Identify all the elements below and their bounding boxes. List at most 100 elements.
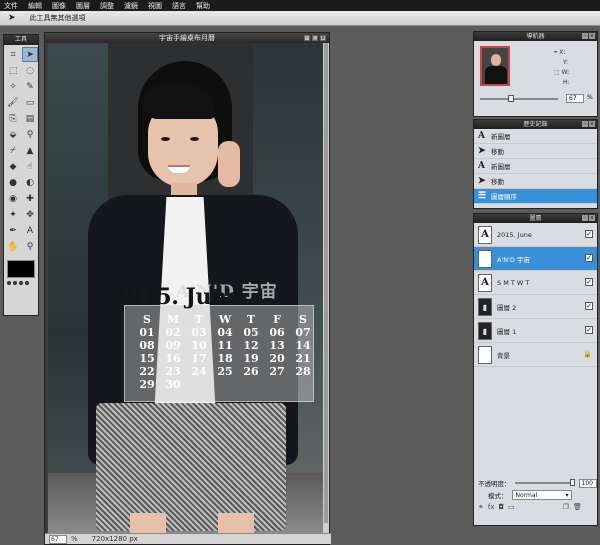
delete-layer-icon[interactable]: 🗑 <box>573 503 582 511</box>
menu-edit[interactable]: 編輯 <box>28 1 42 11</box>
history-title-bar[interactable]: 歷史記錄 -x <box>474 120 597 129</box>
history-item[interactable]: A 新圖層 <box>474 129 597 144</box>
layer-style-icon[interactable]: fx <box>488 503 495 511</box>
bucket-icon[interactable]: ⬙ <box>5 127 21 142</box>
blur-icon[interactable]: ▲ <box>22 143 38 158</box>
colorpicker-icon[interactable]: ✒ <box>5 223 21 238</box>
hand-icon[interactable]: ✋ <box>5 239 21 254</box>
layer-row[interactable]: ▮ 圖層 2 ✓ <box>474 295 597 319</box>
history-item-label: 圖層順序 <box>491 193 517 201</box>
calendar-day: 28 <box>295 365 311 378</box>
pencil-icon[interactable]: ✎ <box>22 79 38 94</box>
calendar-weekday-header: T <box>194 313 204 326</box>
navigator-zoom-slider[interactable] <box>480 95 558 102</box>
foreground-color-swatch[interactable] <box>7 260 35 278</box>
history-item[interactable]: ☰ 圖層順序 <box>474 189 597 204</box>
scrollbar-thumb[interactable] <box>324 43 328 523</box>
menu-view[interactable]: 視圖 <box>148 1 162 11</box>
photo-hand <box>218 141 240 187</box>
layer-visibility-checkbox[interactable]: ✓ <box>585 278 593 286</box>
stamp-icon[interactable]: ⚲ <box>22 127 38 142</box>
menu-filter[interactable]: 濾鏡 <box>124 1 138 11</box>
sponge-icon[interactable]: ● <box>5 175 21 190</box>
clone-icon[interactable]: ⎘ <box>5 111 21 126</box>
layer-row[interactable]: A 2015. June ✓ <box>474 223 597 247</box>
close-icon[interactable]: x <box>320 35 326 41</box>
zoom-slider-knob[interactable] <box>508 95 514 102</box>
menu-help[interactable]: 幫助 <box>196 1 210 11</box>
collapse-icon[interactable]: - <box>582 33 588 39</box>
eraser-icon[interactable]: ▭ <box>22 95 38 110</box>
collapse-icon[interactable]: - <box>582 121 588 127</box>
history-item-label: 移動 <box>491 178 504 186</box>
standard-mode-icon[interactable] <box>25 281 29 285</box>
maximize-icon[interactable]: □ <box>312 35 318 41</box>
move-icon: ➤ <box>478 146 486 156</box>
spot-icon[interactable]: ✚ <box>22 191 38 206</box>
calendar-day: 18 <box>217 352 233 365</box>
default-colors-icon[interactable] <box>13 281 17 285</box>
layers-title-bar[interactable]: 圖層 -x <box>474 214 597 223</box>
brush-icon[interactable]: 🖌 <box>5 95 21 110</box>
wand-icon[interactable]: ✧ <box>5 79 21 94</box>
layer-visibility-checkbox[interactable]: ✓ <box>585 326 593 334</box>
dimension-icon: ⬚ W: <box>554 69 570 76</box>
close-icon[interactable]: x <box>589 121 595 127</box>
collapse-icon[interactable]: - <box>582 215 588 221</box>
opacity-slider-knob[interactable] <box>569 479 575 486</box>
close-icon[interactable]: x <box>589 215 595 221</box>
navigator-zoom-field[interactable]: 67 <box>566 94 584 103</box>
navigator-title-bar[interactable]: 導航器 -x <box>474 32 597 41</box>
history-item[interactable]: A 新圖層 <box>474 159 597 174</box>
crop-icon[interactable]: ⌗ <box>5 47 21 62</box>
gradient-icon[interactable]: ▤ <box>22 111 38 126</box>
calendar-day: 19 <box>243 352 259 365</box>
pinch-icon[interactable]: ✥ <box>22 207 38 222</box>
menu-file[interactable]: 文件 <box>4 1 18 11</box>
layer-row[interactable]: ▮ 圖層 1 ✓ <box>474 319 597 343</box>
minimize-icon[interactable]: - <box>304 35 310 41</box>
layer-row[interactable]: A S M T W T ✓ <box>474 271 597 295</box>
bloat-icon[interactable]: ✦ <box>5 207 21 222</box>
document-titlebar[interactable]: 宇宙手繪桌布月曆 - □ x <box>45 33 329 43</box>
layer-row[interactable]: 背景 🔒 <box>474 343 597 367</box>
sharpen-icon[interactable]: ◆ <box>5 159 21 174</box>
lasso-icon[interactable]: ◌ <box>22 63 38 78</box>
opacity-field[interactable]: 100 <box>578 478 597 488</box>
zoom-icon[interactable]: ⚲ <box>22 239 38 254</box>
layer-list: A 2015. June ✓ A A'N'D 宇宙 ✓ A S M T W T ✓ ▮ 圖層 2 ✓ ▮… <box>474 223 597 367</box>
calendar-day: 22 <box>139 365 155 378</box>
layer-visibility-checkbox[interactable]: ✓ <box>585 230 593 238</box>
menu-adjust[interactable]: 調整 <box>100 1 114 11</box>
layer-visibility-checkbox[interactable]: ✓ <box>585 254 593 262</box>
history-item[interactable]: ➤ 移動 <box>474 144 597 159</box>
layer-row[interactable]: A A'N'D 宇宙 ✓ <box>474 247 597 271</box>
history-item[interactable]: ➤ 移動 <box>474 174 597 189</box>
text-icon[interactable]: A <box>22 223 38 238</box>
marquee-icon[interactable]: ⬚ <box>5 63 21 78</box>
navigator-thumbnail[interactable] <box>480 46 510 86</box>
smudge-icon[interactable]: ☝ <box>22 159 38 174</box>
layer-link-icon[interactable]: ⚭ <box>478 503 484 511</box>
document-zoom-field[interactable]: 67 <box>49 534 67 544</box>
layer-mask-icon[interactable]: ◘ <box>498 503 504 511</box>
image-canvas[interactable]: A'N'D 宇宙 2015. June S M T W T F S 01 02 03 04 05 06 0… <box>48 43 323 533</box>
calendar-day: 10 <box>191 339 207 352</box>
close-icon[interactable]: x <box>589 33 595 39</box>
blend-mode-label: 模式： <box>488 492 508 500</box>
blend-mode-select[interactable]: Normal <box>511 490 572 500</box>
swap-colors-icon[interactable] <box>7 281 11 285</box>
new-layer-icon[interactable]: ❐ <box>563 503 569 511</box>
move-icon[interactable]: ➤ <box>22 47 38 62</box>
menu-language[interactable]: 語言 <box>172 1 186 11</box>
menu-image[interactable]: 圖像 <box>52 1 66 11</box>
vertical-scrollbar[interactable] <box>323 43 329 533</box>
opacity-slider[interactable] <box>514 479 575 486</box>
new-folder-icon[interactable]: ▭ <box>508 503 515 511</box>
mask-mode-icon[interactable] <box>19 281 23 285</box>
menu-layer[interactable]: 圖層 <box>76 1 90 11</box>
dodge-icon[interactable]: ◐ <box>22 175 38 190</box>
dropper-icon[interactable]: ⌿ <box>5 143 21 158</box>
layer-visibility-checkbox[interactable]: ✓ <box>585 302 593 310</box>
redeye-icon[interactable]: ◉ <box>5 191 21 206</box>
